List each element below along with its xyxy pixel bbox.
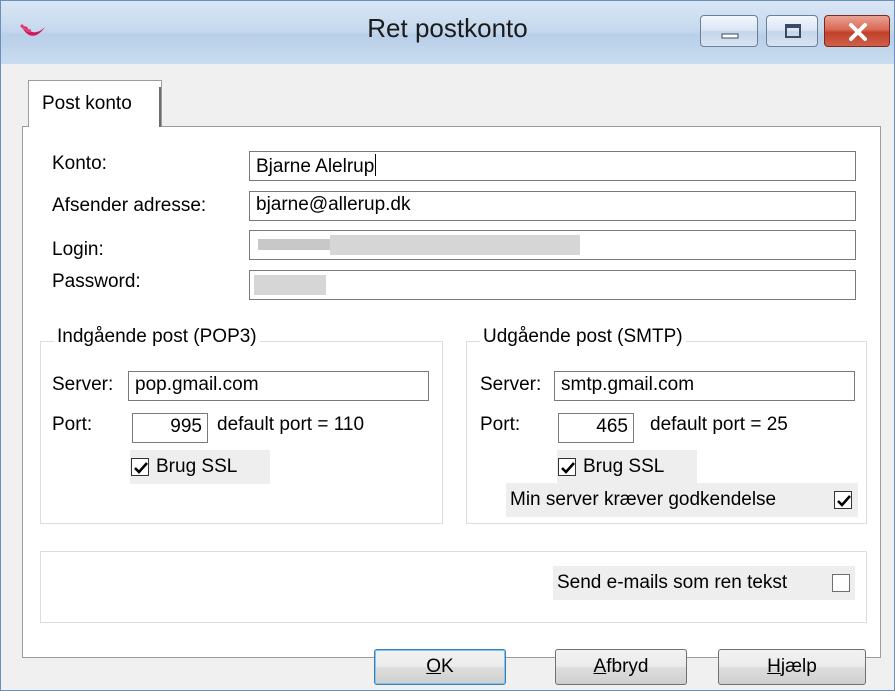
incoming-default-port-text: default port = 110 bbox=[217, 414, 365, 435]
text-caret bbox=[375, 154, 377, 176]
checkmark-icon bbox=[561, 462, 575, 474]
plain-text-option[interactable]: Send e-mails som ren tekst bbox=[553, 566, 855, 600]
ok-button[interactable]: OK bbox=[374, 649, 506, 685]
redacted-text bbox=[258, 239, 330, 250]
server-auth-label: Min server kræver godkendelse bbox=[510, 489, 777, 510]
konto-value: Bjarne Alelrup bbox=[256, 156, 375, 177]
title-bar[interactable]: Ret postkonto bbox=[1, 1, 894, 64]
dialog-window: Ret postkonto Post konto Konto: Bjarne A… bbox=[0, 0, 895, 691]
login-label: Login: bbox=[52, 239, 104, 260]
incoming-ssl-label: Brug SSL bbox=[156, 456, 238, 477]
login-field[interactable] bbox=[249, 230, 856, 260]
server-auth-checkbox[interactable] bbox=[834, 491, 852, 509]
outgoing-server-label: Server: bbox=[480, 374, 542, 395]
close-icon bbox=[849, 23, 867, 41]
help-button[interactable]: Hjælp bbox=[718, 649, 866, 685]
checkmark-icon bbox=[134, 462, 148, 474]
window-title: Ret postkonto bbox=[367, 13, 528, 43]
incoming-server-field[interactable]: pop.gmail.com bbox=[128, 371, 429, 401]
tab-post-konto[interactable]: Post konto bbox=[28, 80, 162, 127]
password-label: Password: bbox=[52, 271, 141, 292]
incoming-ssl-option[interactable]: Brug SSL bbox=[130, 450, 270, 484]
redacted-text bbox=[330, 235, 580, 255]
ok-label: K bbox=[441, 656, 454, 677]
incoming-port-field[interactable]: 995 bbox=[132, 413, 208, 443]
incoming-group-title: Indgående post (POP3) bbox=[54, 326, 260, 348]
outgoing-port-field[interactable]: 465 bbox=[558, 413, 634, 443]
password-field[interactable] bbox=[249, 270, 856, 300]
plain-text-label: Send e-mails som ren tekst bbox=[557, 572, 788, 593]
konto-field[interactable]: Bjarne Alelrup bbox=[249, 151, 856, 181]
help-label: jælp bbox=[780, 656, 817, 677]
close-button[interactable] bbox=[824, 15, 890, 47]
outgoing-port-label: Port: bbox=[480, 414, 521, 435]
outgoing-default-port-text: default port = 25 bbox=[650, 414, 788, 435]
minimize-button[interactable] bbox=[700, 15, 758, 47]
incoming-server-label: Server: bbox=[52, 374, 114, 395]
incoming-port-label: Port: bbox=[52, 414, 93, 435]
maximize-icon bbox=[785, 24, 801, 38]
outgoing-ssl-option[interactable]: Brug SSL bbox=[557, 450, 697, 484]
checkmark-icon bbox=[837, 495, 851, 507]
redacted-text bbox=[254, 275, 326, 295]
sender-address-field[interactable]: bjarne@allerup.dk bbox=[249, 191, 856, 221]
plain-text-checkbox[interactable] bbox=[832, 574, 850, 592]
outgoing-ssl-label: Brug SSL bbox=[583, 456, 665, 477]
cancel-mnemonic: A bbox=[593, 656, 607, 677]
minimize-icon bbox=[721, 33, 739, 39]
server-auth-option[interactable]: Min server kræver godkendelse bbox=[506, 483, 858, 517]
sender-label: Afsender adresse: bbox=[52, 195, 207, 216]
ok-mnemonic: O bbox=[426, 656, 442, 677]
maximize-button[interactable] bbox=[766, 15, 818, 47]
help-mnemonic: H bbox=[767, 656, 781, 677]
tab-edge bbox=[159, 87, 161, 127]
outgoing-server-field[interactable]: smtp.gmail.com bbox=[554, 371, 855, 401]
incoming-ssl-checkbox[interactable] bbox=[131, 458, 149, 476]
outgoing-ssl-checkbox[interactable] bbox=[558, 458, 576, 476]
cancel-button[interactable]: Afbryd bbox=[555, 649, 687, 685]
outgoing-group-title: Udgående post (SMTP) bbox=[480, 326, 686, 348]
tab-label: Post konto bbox=[42, 93, 132, 114]
konto-label: Konto: bbox=[52, 153, 107, 174]
cancel-label: fbryd bbox=[606, 656, 649, 677]
